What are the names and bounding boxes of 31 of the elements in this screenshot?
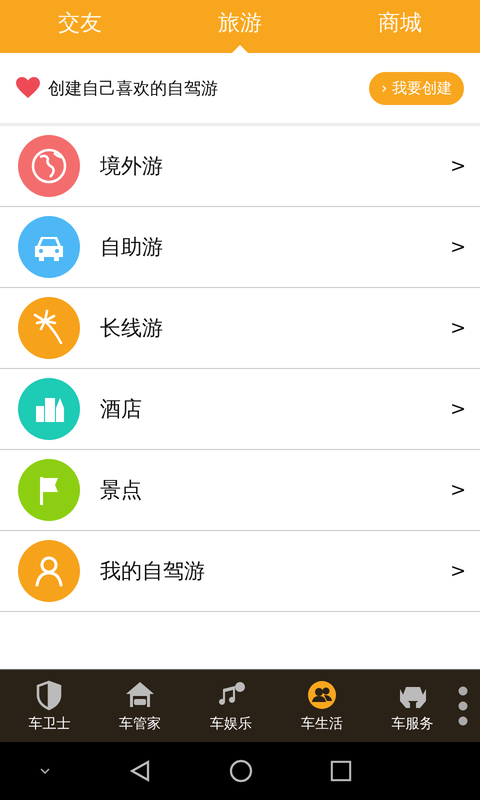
menu-item[interactable]: 景点 > — [0, 450, 480, 531]
menu-label: 自助游 — [100, 234, 164, 261]
menu-label: 酒店 — [100, 396, 143, 423]
chevron: > — [450, 398, 466, 420]
chevron: > — [450, 560, 466, 582]
menu-item[interactable]: 自助游 > — [0, 207, 480, 288]
menu-item[interactable]: 长线游 > — [0, 288, 480, 369]
bottom-tab[interactable]: 车卫士 — [4, 679, 95, 733]
menu-item[interactable]: 我的自驾游 > — [0, 531, 480, 612]
heart-icon — [16, 77, 40, 99]
menu-item[interactable]: 境外游 > — [0, 126, 480, 207]
banner-text: 创建自己喜欢的自驾游 — [48, 78, 219, 100]
menu-label: 长线游 — [100, 315, 164, 342]
menu-item[interactable]: 酒店 > — [0, 369, 480, 450]
chevron: > — [450, 236, 466, 258]
bottom-tab[interactable]: 车娱乐 — [186, 679, 276, 733]
bottom-tab[interactable]: 车管家 — [94, 679, 186, 733]
menu-label: 境外游 — [100, 153, 164, 180]
chevron-down-icon[interactable] — [38, 767, 51, 775]
chevron: > — [450, 155, 466, 177]
chevron: > — [450, 317, 466, 339]
bottom-tab[interactable]: 车生活 — [276, 679, 368, 733]
more-icon[interactable] — [458, 686, 468, 726]
recent-apps-icon[interactable] — [330, 760, 352, 782]
people-icon — [306, 679, 338, 711]
chevron: > — [450, 479, 466, 501]
back-icon[interactable] — [128, 759, 152, 783]
menu-label: 我的自驾游 — [100, 558, 206, 585]
menu-label: 景点 — [100, 477, 143, 504]
home-icon[interactable] — [228, 759, 253, 783]
bottom-tab[interactable]: 车服务 — [367, 679, 458, 733]
